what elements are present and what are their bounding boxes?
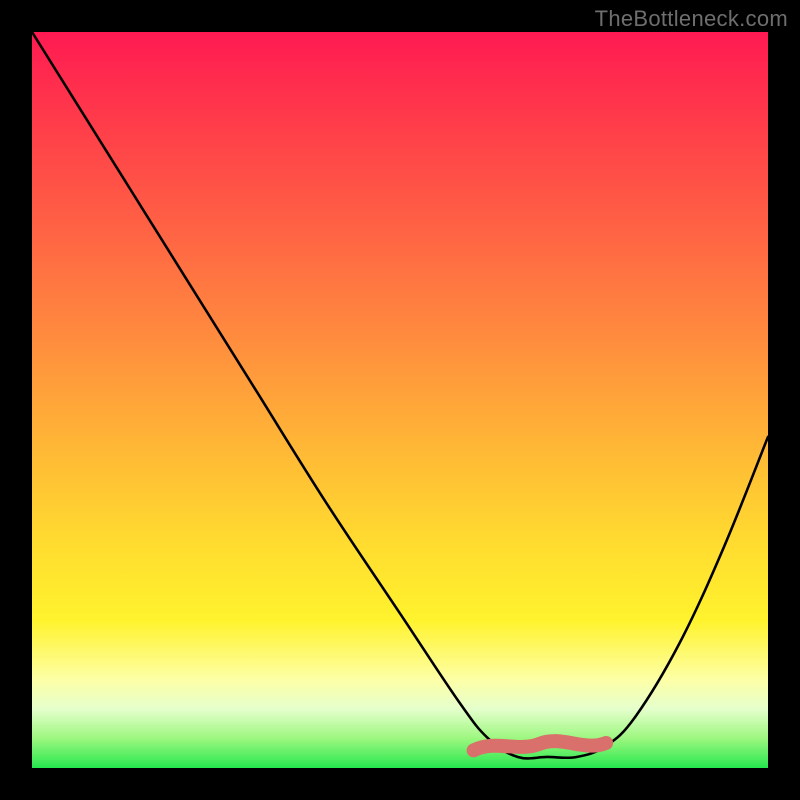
watermark-text: TheBottleneck.com — [595, 6, 788, 32]
curve-overlay — [32, 32, 768, 768]
plot-area — [32, 32, 768, 768]
chart-outer-frame: TheBottleneck.com — [0, 0, 800, 800]
highlight-band — [474, 741, 606, 750]
bottleneck-curve — [32, 32, 768, 758]
